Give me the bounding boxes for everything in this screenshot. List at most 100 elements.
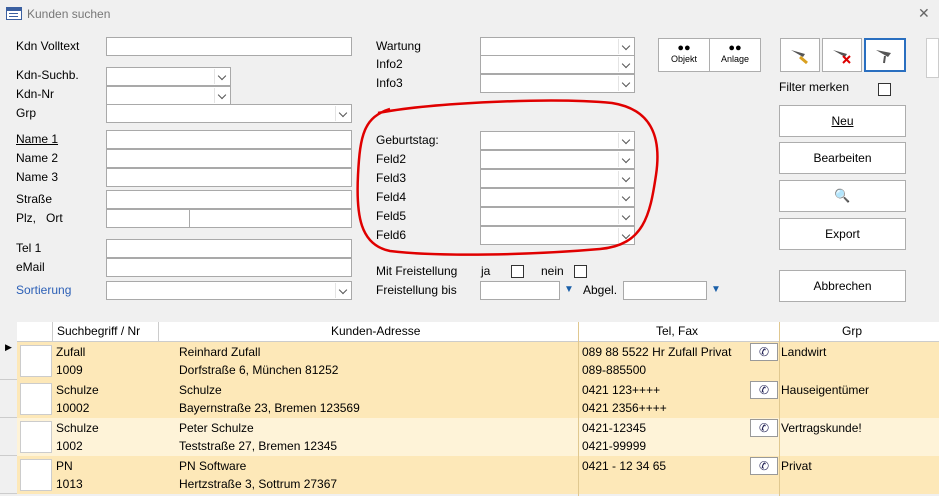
cell-fax: 089-885500 (582, 363, 647, 377)
row-checkbox[interactable] (20, 345, 52, 377)
header-suchbegriff[interactable]: Suchbegriff / Nr (57, 322, 140, 341)
freistellung-bis-input[interactable] (480, 281, 560, 300)
objekt-button[interactable]: ●● Objekt (658, 38, 710, 72)
filter-remove-icon (833, 50, 851, 64)
label-name3: Name 3 (16, 170, 59, 184)
label-grp: Grp (16, 106, 37, 120)
print-preview-icon: 🔍 (834, 188, 851, 203)
label-email: eMail (16, 260, 45, 274)
cell-tel: 0421 123++++ (582, 383, 661, 397)
close-icon[interactable]: ✕ (918, 5, 930, 22)
cell-grp: Privat (781, 459, 812, 473)
plz-input[interactable] (106, 209, 190, 228)
cell-suchbegriff: Zufall (56, 345, 86, 359)
record-selector[interactable] (0, 456, 18, 494)
label-name1: Name 1 (16, 132, 59, 146)
table-row[interactable]: Schulze 1002 Peter Schulze Teststraße 27… (17, 418, 939, 456)
cell-address: Dorfstraße 6, München 81252 (179, 363, 339, 377)
strasse-input[interactable] (106, 190, 352, 209)
chevron-down-icon[interactable] (335, 106, 350, 121)
info3-combo[interactable] (480, 74, 635, 93)
record-selector[interactable] (0, 418, 18, 456)
chevron-down-icon[interactable] (618, 57, 633, 72)
filter-pencil-icon (791, 50, 808, 65)
ort-input[interactable] (189, 209, 352, 228)
neu-button[interactable]: Neu (779, 105, 906, 137)
calendar-dropdown-icon[interactable]: ▼ (708, 281, 724, 299)
chevron-down-icon[interactable] (618, 39, 633, 54)
filter-apply-button[interactable] (780, 38, 820, 72)
cell-suchbegriff: PN (56, 459, 73, 473)
grp-combo[interactable] (106, 104, 352, 123)
row-checkbox[interactable] (20, 383, 52, 415)
anlage-button[interactable]: ●● Anlage (709, 38, 761, 72)
phone-icon[interactable]: ✆ (750, 419, 778, 437)
label-abgel: Abgel. (583, 283, 618, 297)
calendar-dropdown-icon[interactable]: ▼ (561, 281, 577, 299)
email-input[interactable] (106, 258, 352, 277)
cell-nr: 1002 (56, 439, 83, 453)
label-wartung: Wartung (376, 39, 421, 53)
chevron-down-icon[interactable] (335, 283, 350, 298)
kdn-nr-combo[interactable] (106, 86, 231, 105)
filter-remove-button[interactable] (822, 38, 862, 72)
cell-nr: 1009 (56, 363, 83, 377)
abbrechen-button[interactable]: Abbrechen (779, 270, 906, 302)
label-sortierung[interactable]: Sortierung (16, 283, 71, 297)
filter-toggle-button[interactable] (864, 38, 906, 72)
table-row[interactable]: Schulze 10002 Schulze Bayernstraße 23, B… (17, 380, 939, 418)
kdn-suchb-combo[interactable] (106, 67, 231, 86)
name3-input[interactable] (106, 168, 352, 187)
chevron-down-icon[interactable] (214, 88, 229, 103)
filter-merken-checkbox[interactable] (878, 83, 891, 96)
nein-checkbox[interactable] (574, 265, 587, 278)
label-info3: Info3 (376, 76, 403, 90)
name2-input[interactable] (106, 149, 352, 168)
window-title: Kunden suchen (27, 7, 111, 21)
column-divider (779, 322, 780, 496)
column-divider (578, 322, 579, 496)
row-checkbox[interactable] (20, 459, 52, 491)
record-selector[interactable] (0, 380, 18, 418)
cell-name: Schulze (179, 383, 222, 397)
export-button[interactable]: Export (779, 218, 906, 250)
row-checkbox[interactable] (20, 421, 52, 453)
record-selector-column: ▶ (0, 342, 18, 496)
kdn-volltext-input[interactable] (106, 37, 352, 56)
cell-address: Hertzstraße 3, Sottrum 27367 (179, 477, 338, 491)
phone-icon[interactable]: ✆ (750, 343, 778, 361)
label-kdn-nr: Kdn-Nr (16, 87, 55, 101)
cell-nr: 1013 (56, 477, 83, 491)
label-strasse: Straße (16, 192, 53, 206)
label-tel1: Tel 1 (16, 241, 42, 255)
header-tel-fax[interactable]: Tel, Fax (656, 322, 698, 341)
abgel-input[interactable] (623, 281, 707, 300)
sortierung-combo[interactable] (106, 281, 352, 300)
info2-combo[interactable] (480, 55, 635, 74)
cell-name: PN Software (179, 459, 247, 473)
phone-icon[interactable]: ✆ (750, 381, 778, 399)
ja-checkbox[interactable] (511, 265, 524, 278)
cell-name: Peter Schulze (179, 421, 254, 435)
table-row[interactable]: Zufall 1009 Reinhard Zufall Dorfstraße 6… (17, 342, 939, 380)
record-selector[interactable]: ▶ (0, 342, 18, 380)
header-grp[interactable]: Grp (842, 322, 862, 341)
cell-address: Teststraße 27, Bremen 12345 (179, 439, 338, 453)
header-kunden-adresse[interactable]: Kunden-Adresse (331, 322, 420, 341)
cell-suchbegriff: Schulze (56, 421, 99, 435)
name1-input[interactable] (106, 130, 352, 149)
cell-address: Bayernstraße 23, Bremen 123569 (179, 401, 360, 415)
wartung-combo[interactable] (480, 37, 635, 56)
red-annotation-circle (356, 99, 659, 256)
phone-icon[interactable]: ✆ (750, 457, 778, 475)
label-nein: nein (541, 264, 564, 278)
vertical-scrollbar[interactable] (926, 38, 939, 78)
table-row[interactable]: PN 1013 PN Software Hertzstraße 3, Sottr… (17, 456, 939, 494)
cell-nr: 10002 (56, 401, 90, 415)
bearbeiten-button[interactable]: Bearbeiten (779, 142, 906, 174)
chevron-down-icon[interactable] (618, 76, 633, 91)
tel1-input[interactable] (106, 239, 352, 258)
chevron-down-icon[interactable] (214, 69, 229, 84)
cell-grp: Vertragskunde! (781, 421, 862, 435)
preview-button[interactable]: 🔍 (779, 180, 906, 212)
